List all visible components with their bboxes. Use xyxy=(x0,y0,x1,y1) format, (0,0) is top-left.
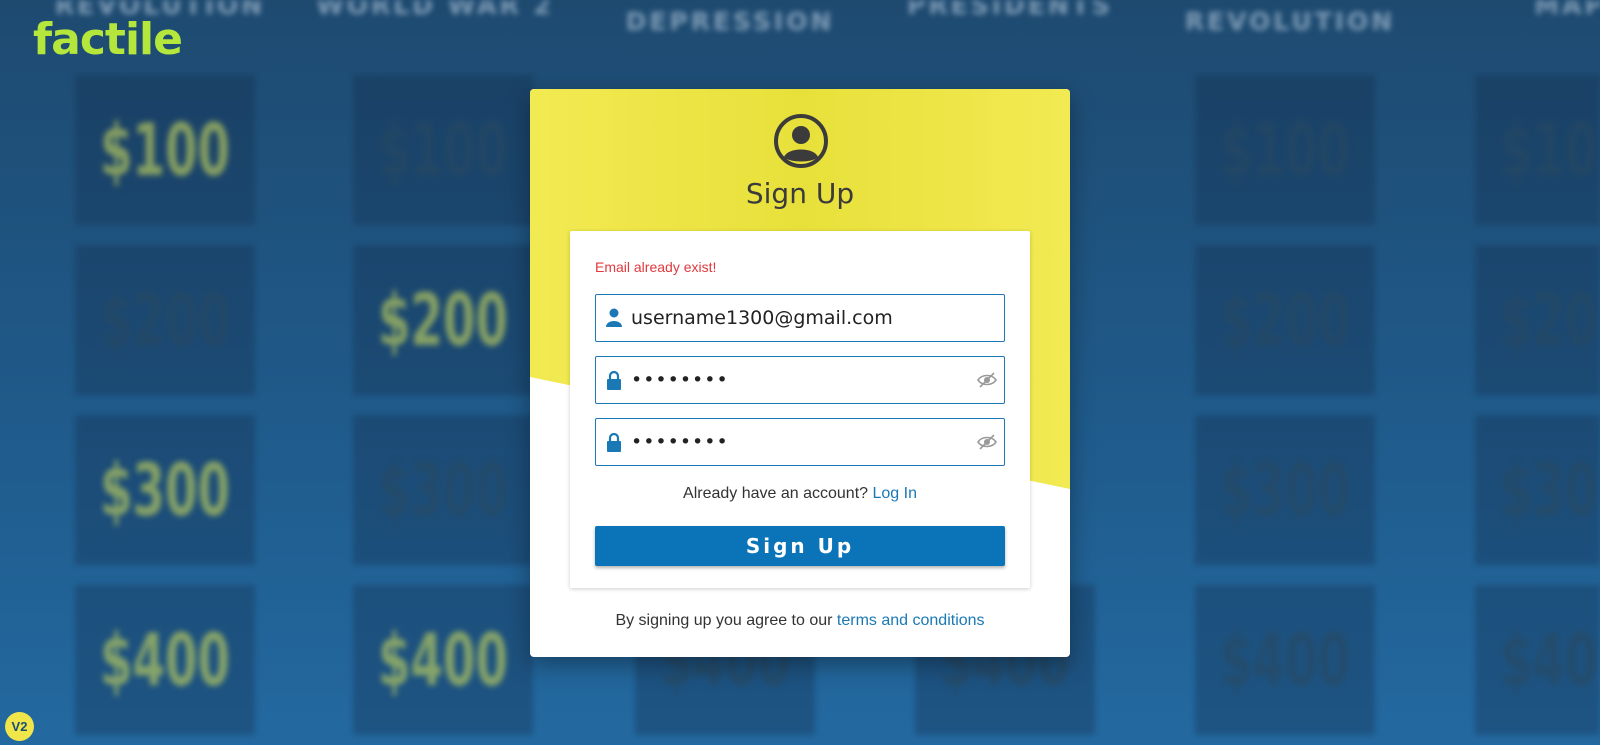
board-tile: $200 xyxy=(1475,245,1600,395)
board-tile: $200 xyxy=(1195,245,1375,395)
board-tile: $300 xyxy=(353,415,533,565)
board-tile: $400 xyxy=(75,585,255,735)
user-icon xyxy=(606,308,622,327)
have-account-text: Already have an account? Log In xyxy=(570,485,1030,503)
confirm-password-field[interactable]: •••••••• xyxy=(595,418,1005,466)
email-field[interactable]: username1300@gmail.com xyxy=(595,294,1005,342)
user-circle-icon xyxy=(774,114,828,168)
board-tile: $100 xyxy=(353,75,533,225)
signup-modal: Sign Up Email already exist! username130… xyxy=(530,89,1070,657)
signup-button[interactable]: Sign Up xyxy=(595,526,1005,566)
version-badge: V2 xyxy=(5,712,34,741)
have-account-label: Already have an account? xyxy=(683,485,869,502)
board-tile: $200 xyxy=(353,245,533,395)
board-category: INDUSTRIAL REVOLUTION xyxy=(1184,0,1396,36)
factile-logo[interactable]: factile xyxy=(33,14,183,65)
board-tile: $100 xyxy=(75,75,255,225)
board-category: GREAT DEPRESSION xyxy=(625,0,835,36)
board-tile: $100 xyxy=(1195,75,1375,225)
board-tile: $300 xyxy=(1475,415,1600,565)
lock-icon xyxy=(607,370,621,390)
board-tile: $400 xyxy=(1195,585,1375,735)
board-tile: $300 xyxy=(1195,415,1375,565)
email-value: username1300@gmail.com xyxy=(631,307,893,329)
board-tile: $100 xyxy=(1475,75,1600,225)
password-value: •••••••• xyxy=(631,369,729,391)
confirm-password-value: •••••••• xyxy=(631,431,729,453)
board-tile: $400 xyxy=(353,585,533,735)
login-link[interactable]: Log In xyxy=(872,485,916,502)
terms-text: By signing up you agree to our terms and… xyxy=(530,612,1070,630)
password-field[interactable]: •••••••• xyxy=(595,356,1005,404)
board-category: PRESIDENTS xyxy=(907,0,1113,20)
board-category: MAP xyxy=(1534,0,1600,20)
eye-slash-icon[interactable] xyxy=(976,369,998,391)
board-category: WORLD WAR 2 xyxy=(316,0,554,20)
modal-title: Sign Up xyxy=(745,177,855,210)
error-message: Email already exist! xyxy=(595,259,717,275)
terms-label: By signing up you agree to our xyxy=(615,612,833,629)
terms-link[interactable]: terms and conditions xyxy=(837,612,985,629)
board-tile: $300 xyxy=(75,415,255,565)
board-tile: $200 xyxy=(75,245,255,395)
eye-slash-icon[interactable] xyxy=(976,431,998,453)
signup-form: Email already exist! username1300@gmail.… xyxy=(570,231,1030,588)
lock-icon xyxy=(607,432,621,452)
board-tile: $400 xyxy=(1475,585,1600,735)
